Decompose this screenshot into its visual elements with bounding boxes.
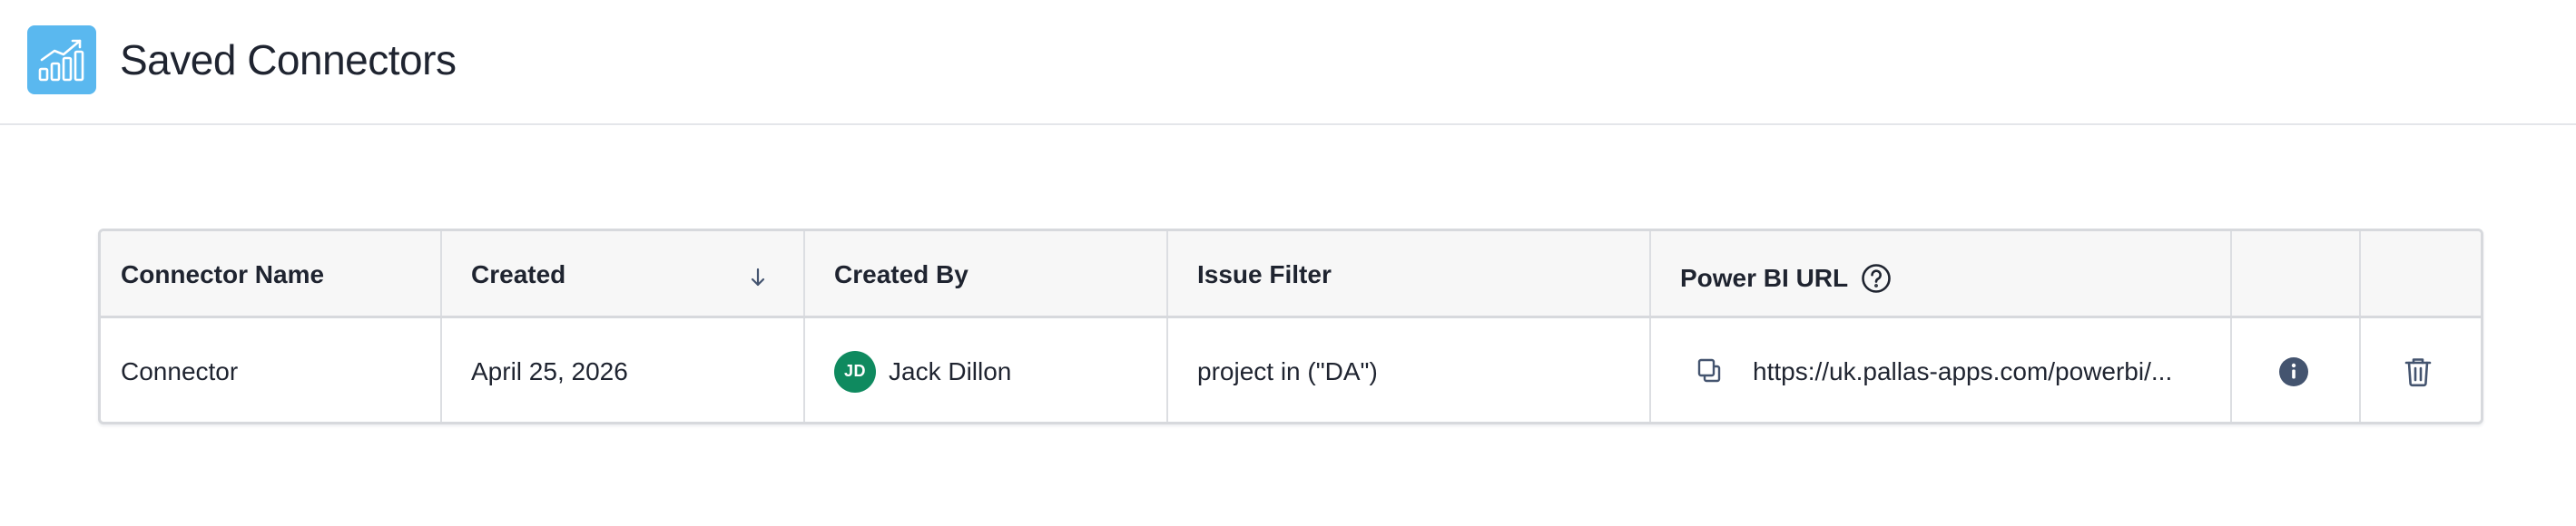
info-circle-icon[interactable] (2276, 354, 2312, 390)
avatar: JD (834, 350, 876, 393)
column-divider (803, 231, 805, 316)
cell-connector-name: Connector (121, 356, 239, 385)
column-divider (2230, 231, 2232, 316)
column-divider (803, 318, 805, 422)
user-name: Jack Dillon (889, 356, 1012, 385)
column-header-powerbi-url[interactable]: Power BI URL (1680, 235, 1892, 322)
column-divider (2359, 318, 2361, 422)
column-divider (2230, 318, 2232, 422)
cell-created: April 25, 2026 (471, 356, 628, 385)
cell-created-by: JD Jack Dillon (834, 318, 1012, 422)
connectors-table: Connector Name Created Created By Issue … (98, 229, 2483, 424)
column-divider (440, 231, 442, 316)
column-divider (1166, 318, 1168, 422)
table-row: Connector April 25, 2026 JD Jack Dillon … (101, 318, 2481, 422)
column-header-created[interactable]: Created (471, 231, 803, 318)
column-divider (440, 318, 442, 422)
bar-chart-trending-up-icon (27, 25, 96, 94)
column-header-issue-filter[interactable]: Issue Filter (1197, 231, 1332, 318)
arrow-down-icon[interactable] (749, 265, 767, 294)
table-header-row: Connector Name Created Created By Issue … (101, 231, 2481, 318)
column-divider (2359, 231, 2361, 316)
column-header-created-by[interactable]: Created By (834, 231, 968, 318)
column-divider (1649, 231, 1651, 316)
column-header-connector-name[interactable]: Connector Name (121, 231, 324, 318)
question-circle-icon[interactable] (1861, 263, 1892, 294)
page-title: Saved Connectors (120, 36, 457, 83)
column-header-label: Created (471, 260, 566, 288)
trash-icon[interactable] (2399, 353, 2437, 391)
cell-issue-filter: project in ("DA") (1197, 356, 1378, 385)
column-divider (1166, 231, 1168, 316)
column-divider (1649, 318, 1651, 422)
powerbi-url-link[interactable]: https://uk.pallas-apps.com/powerbi/... (1753, 318, 2172, 422)
copy-icon[interactable] (1691, 353, 1727, 389)
page-header: Saved Connectors (0, 0, 2576, 125)
column-header-label: Power BI URL (1680, 264, 1849, 292)
